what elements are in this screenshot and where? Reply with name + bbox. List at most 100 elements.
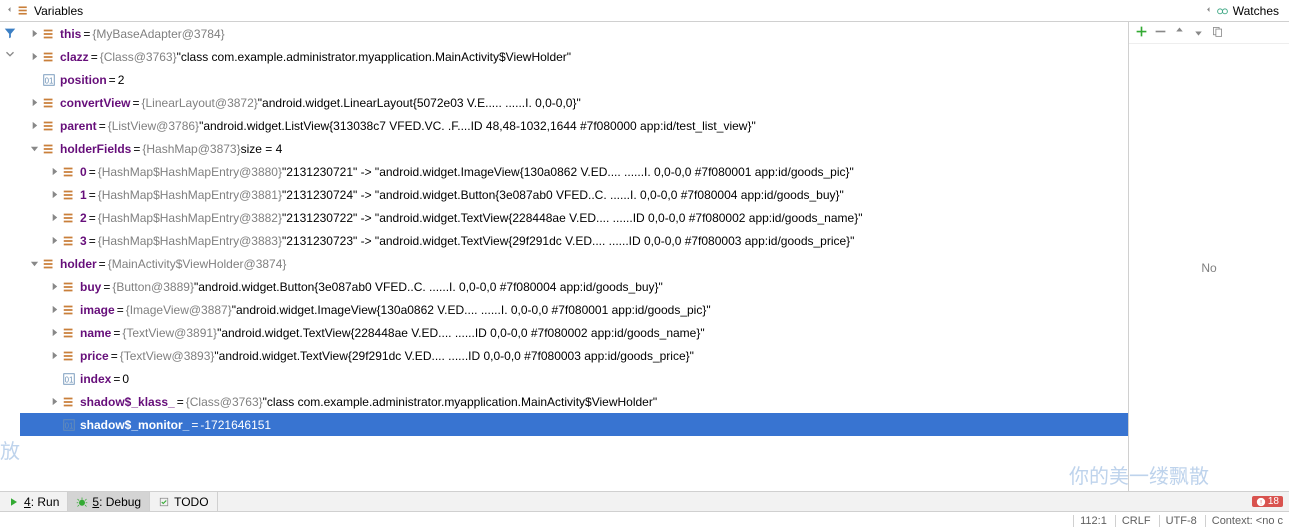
var-type: {Class@3763} (100, 50, 177, 64)
primitive-icon: 01 (42, 73, 56, 87)
expand-toggle[interactable] (28, 97, 40, 109)
tree-row[interactable]: 01shadow$_monitor_ = -1721646151 (20, 413, 1128, 436)
pin-icon-watches[interactable] (1203, 3, 1216, 19)
var-name: position (60, 73, 107, 87)
tree-row[interactable]: 1 = {HashMap$HashMapEntry@3881} "2131230… (20, 183, 1128, 206)
var-name: shadow$_monitor_ (80, 418, 189, 432)
expand-toggle[interactable] (28, 51, 40, 63)
status-line-sep[interactable]: CRLF (1115, 515, 1151, 527)
variables-tree[interactable]: this = {MyBaseAdapter@3784} clazz = {Cla… (20, 22, 1128, 491)
primitive-icon: 01 (62, 418, 76, 432)
expand-toggle (28, 74, 40, 86)
var-name: shadow$_klass_ (80, 395, 175, 409)
object-icon (42, 50, 56, 64)
run-tab[interactable]: 4: Run (0, 492, 68, 511)
tree-row[interactable]: convertView = {LinearLayout@3872} "andro… (20, 91, 1128, 114)
tree-row[interactable]: price = {TextView@3893} "android.widget.… (20, 344, 1128, 367)
tree-row[interactable]: 01position = 2 (20, 68, 1128, 91)
tree-row[interactable]: name = {TextView@3891} "android.widget.T… (20, 321, 1128, 344)
expand-toggle (48, 373, 60, 385)
tree-row[interactable]: 3 = {HashMap$HashMapEntry@3883} "2131230… (20, 229, 1128, 252)
expand-toggle[interactable] (48, 304, 60, 316)
expand-icon[interactable] (3, 47, 17, 64)
watches-panel: No (1129, 22, 1289, 491)
expand-toggle[interactable] (48, 281, 60, 293)
tree-row[interactable]: 01index = 0 (20, 367, 1128, 390)
var-value: 0 (122, 372, 129, 386)
variables-gutter (0, 22, 20, 491)
tree-row[interactable]: 0 = {HashMap$HashMapEntry@3880} "2131230… (20, 160, 1128, 183)
object-icon (62, 326, 76, 340)
var-name: holder (60, 257, 97, 271)
tree-row[interactable]: 2 = {HashMap$HashMapEntry@3882} "2131230… (20, 206, 1128, 229)
object-icon (42, 257, 56, 271)
move-down-button[interactable] (1192, 25, 1205, 41)
var-type: {MyBaseAdapter@3784} (92, 27, 224, 41)
var-value: "android.widget.ImageView{130a0862 V.ED.… (232, 303, 711, 317)
expand-toggle[interactable] (28, 120, 40, 132)
var-type: {TextView@3891} (122, 326, 217, 340)
var-value: 2 (118, 73, 125, 87)
expand-toggle[interactable] (28, 28, 40, 40)
svg-text:01: 01 (65, 421, 74, 430)
object-icon (62, 211, 76, 225)
var-name: 0 (80, 165, 87, 179)
var-value: "android.widget.TextView{29f291dc V.ED..… (214, 349, 694, 363)
expand-toggle[interactable] (48, 212, 60, 224)
status-context[interactable]: Context: <no c (1205, 515, 1283, 527)
pin-icon[interactable] (4, 3, 17, 19)
expand-toggle[interactable] (48, 166, 60, 178)
var-name: parent (60, 119, 97, 133)
object-icon (62, 395, 76, 409)
watches-tab-label: Watches (1233, 4, 1279, 18)
watches-tab[interactable]: Watches (1216, 4, 1279, 18)
var-value: "2131230724" -> "android.widget.Button{3… (282, 188, 844, 202)
tree-row[interactable]: image = {ImageView@3887} "android.widget… (20, 298, 1128, 321)
var-type: {TextView@3893} (120, 349, 215, 363)
var-name: price (80, 349, 109, 363)
svg-text:01: 01 (65, 375, 74, 384)
var-type: {HashMap$HashMapEntry@3880} (98, 165, 282, 179)
expand-toggle[interactable] (28, 258, 40, 270)
object-icon (62, 165, 76, 179)
tree-row[interactable]: buy = {Button@3889} "android.widget.Butt… (20, 275, 1128, 298)
variables-tab[interactable]: Variables (17, 4, 83, 18)
var-value: "android.widget.LinearLayout{5072e03 V.E… (258, 96, 581, 110)
glasses-icon (1216, 4, 1229, 17)
primitive-icon: 01 (62, 372, 76, 386)
var-name: 1 (80, 188, 87, 202)
tree-row[interactable]: this = {MyBaseAdapter@3784} (20, 22, 1128, 45)
status-position[interactable]: 112:1 (1073, 515, 1107, 527)
var-type: {Button@3889} (112, 280, 194, 294)
expand-toggle[interactable] (48, 189, 60, 201)
tree-row[interactable]: holderFields = {HashMap@3873} size = 4 (20, 137, 1128, 160)
tree-row[interactable]: parent = {ListView@3786} "android.widget… (20, 114, 1128, 137)
tree-row[interactable]: clazz = {Class@3763} "class com.example.… (20, 45, 1128, 68)
var-name: holderFields (60, 142, 131, 156)
error-count-badge[interactable]: ! 18 (1252, 496, 1283, 507)
var-value: "android.widget.ListView{313038c7 VFED.V… (199, 119, 756, 133)
status-encoding[interactable]: UTF-8 (1159, 515, 1197, 527)
var-name: index (80, 372, 111, 386)
copy-watch-button[interactable] (1211, 25, 1224, 41)
todo-tab[interactable]: TODO (150, 492, 217, 511)
error-icon: ! (1256, 497, 1266, 507)
move-up-button[interactable] (1173, 25, 1186, 41)
panel-header: Variables Watches (0, 0, 1289, 22)
tree-row[interactable]: holder = {MainActivity$ViewHolder@3874} (20, 252, 1128, 275)
var-name: convertView (60, 96, 130, 110)
var-type: {HashMap$HashMapEntry@3881} (98, 188, 282, 202)
var-value: "2131230722" -> "android.widget.TextView… (282, 211, 862, 225)
expand-toggle[interactable] (48, 327, 60, 339)
expand-toggle[interactable] (48, 235, 60, 247)
var-type: {LinearLayout@3872} (142, 96, 258, 110)
expand-toggle[interactable] (48, 396, 60, 408)
filter-icon[interactable] (3, 26, 17, 43)
expand-toggle[interactable] (28, 143, 40, 155)
tree-row[interactable]: shadow$_klass_ = {Class@3763} "class com… (20, 390, 1128, 413)
add-watch-button[interactable] (1135, 25, 1148, 41)
remove-watch-button[interactable] (1154, 25, 1167, 41)
object-icon (62, 188, 76, 202)
debug-tab[interactable]: 5: Debug (68, 492, 150, 511)
expand-toggle[interactable] (48, 350, 60, 362)
